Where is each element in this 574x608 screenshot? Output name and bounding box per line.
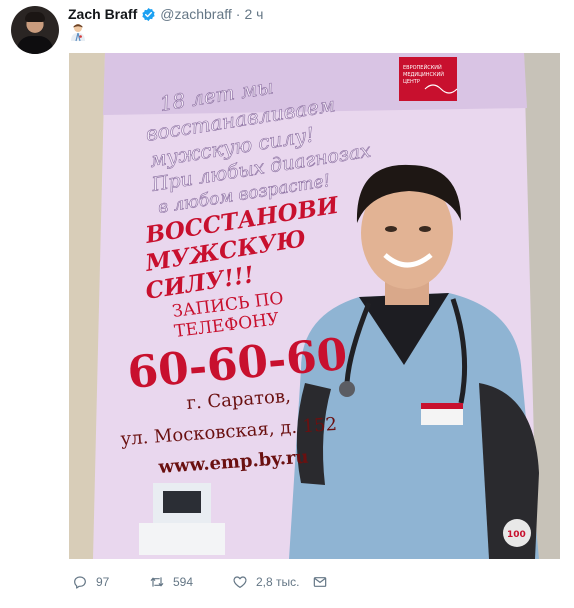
poster-corner-badge: 100: [507, 530, 526, 540]
svg-text:ЕВРОПЕЙСКИЙ: ЕВРОПЕЙСКИЙ: [403, 64, 442, 71]
author-handle[interactable]: @zachbraff: [160, 6, 232, 22]
svg-text:ЦЕНТР: ЦЕНТР: [403, 79, 420, 85]
like-button[interactable]: 2,8 тыс.: [232, 572, 299, 592]
svg-text:МЕДИЦИНСКИЙ: МЕДИЦИНСКИЙ: [403, 71, 444, 78]
tweet-timestamp[interactable]: 2 ч: [244, 6, 263, 22]
tweet-photo[interactable]: ЕВРОПЕЙСКИЙ МЕДИЦИНСКИЙ ЦЕНТР 18 лет мы …: [69, 53, 560, 559]
tweet-actions: 97 594 2,8 тыс.: [72, 572, 372, 592]
direct-message-button[interactable]: [312, 572, 336, 592]
reply-icon: [74, 576, 86, 589]
retweet-count: 594: [173, 575, 194, 589]
reply-button[interactable]: 97: [72, 572, 109, 592]
separator-dot: ·: [235, 6, 241, 22]
retweet-button[interactable]: 594: [149, 572, 193, 592]
avatar[interactable]: [11, 6, 59, 54]
envelope-icon: [313, 577, 327, 587]
verified-badge-icon: [142, 7, 155, 21]
retweet-icon: [150, 577, 164, 587]
poster-photo: ЕВРОПЕЙСКИЙ МЕДИЦИНСКИЙ ЦЕНТР 18 лет мы …: [69, 53, 560, 559]
tweet-header: Zach Braff @zachbraff · 2 ч: [68, 5, 263, 23]
author-name[interactable]: Zach Braff: [68, 6, 137, 22]
health-worker-emoji: [71, 24, 85, 42]
reply-count: 97: [96, 575, 110, 589]
like-count: 2,8 тыс.: [256, 575, 300, 589]
tweet[interactable]: Zach Braff @zachbraff · 2 ч ЕВРОПЕЙСКИЙ …: [0, 0, 574, 608]
avatar-hair: [25, 12, 45, 22]
heart-icon: [233, 576, 247, 588]
avatar-suit: [17, 36, 53, 54]
